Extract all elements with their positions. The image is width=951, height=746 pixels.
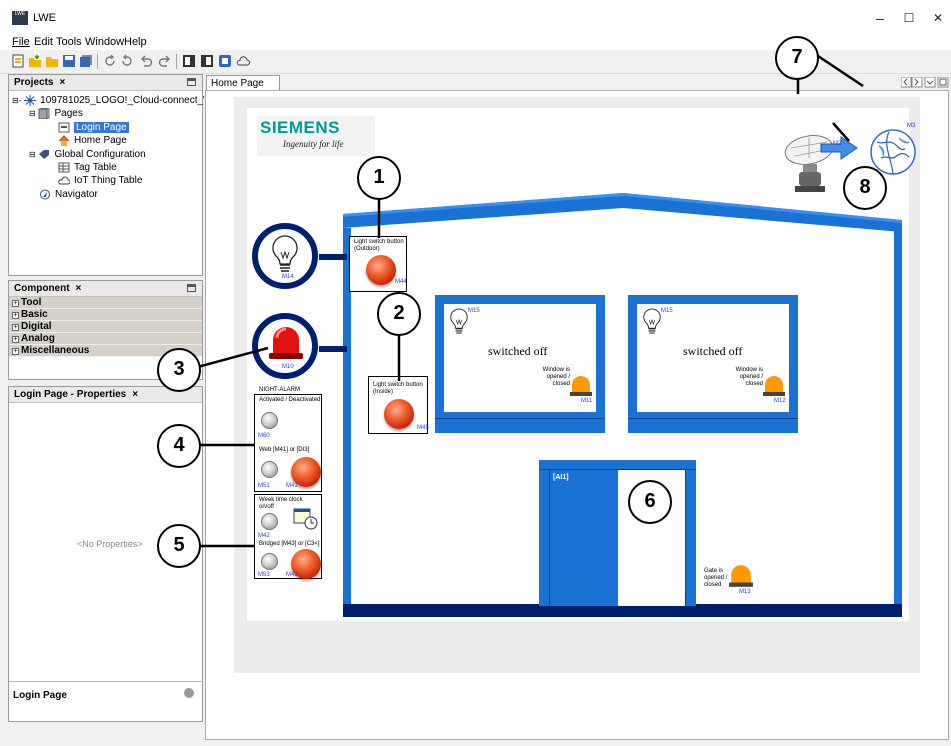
menu-edit[interactable]: Edit [34, 36, 53, 48]
title-bar: LWE LWE – ☐ ✕ [0, 0, 951, 34]
callout-8: 8 [843, 166, 887, 210]
tree-item-home-page[interactable]: Home Page [58, 134, 127, 147]
new-folder-icon[interactable] [28, 54, 42, 68]
component-panel-close-icon[interactable]: × [76, 283, 82, 294]
rotate-right-icon[interactable] [120, 54, 134, 68]
callout-leader-lines [178, 54, 864, 548]
tree-item-tag-table[interactable]: Tag Table [58, 161, 117, 174]
pages-icon [38, 107, 50, 119]
rotate-left-icon[interactable] [103, 54, 117, 68]
redo-icon[interactable] [158, 54, 172, 68]
callout-1: 1 [357, 156, 401, 200]
expand-icon: + [12, 324, 19, 331]
properties-footer-label: Login Page [13, 690, 67, 701]
tree-item-global-configuration[interactable]: ⊟ Global Configuration [29, 148, 146, 161]
menu-file[interactable]: File [12, 36, 30, 48]
projects-panel-close-icon[interactable]: × [59, 77, 65, 88]
home-icon [58, 135, 70, 146]
projects-panel-title: Projects [14, 77, 54, 88]
expand-icon: + [12, 336, 19, 343]
callout-5: 5 [157, 524, 201, 568]
navigator-icon [40, 189, 50, 200]
expand-icon: + [12, 348, 19, 355]
toolbar-separator [97, 54, 98, 69]
expand-icon: + [12, 312, 19, 319]
window-title: LWE [33, 12, 57, 24]
menu-window[interactable]: Window [85, 36, 124, 48]
new-file-icon[interactable] [11, 54, 25, 68]
menu-help[interactable]: Help [124, 36, 147, 48]
no-properties-text: <No Properties> [77, 539, 143, 549]
tag-config-icon [39, 149, 50, 159]
tree-item-login-page[interactable]: Login Page [58, 121, 129, 134]
page-canvas: SIEMENS Ingenuity for life M14 M10 Light… [157, 36, 916, 670]
close-button[interactable]: ✕ [924, 8, 951, 28]
minimize-button[interactable]: – [866, 8, 894, 28]
tree-item-iot-thing-table[interactable]: IoT Thing Table [58, 174, 142, 187]
properties-panel-title: Login Page - Properties [14, 389, 127, 400]
open-folder-icon[interactable] [45, 54, 59, 68]
save-icon[interactable] [62, 54, 76, 68]
cloud-icon [58, 176, 70, 185]
undo-icon[interactable] [139, 54, 153, 68]
login-page-icon [58, 122, 70, 133]
expand-icon: + [12, 300, 19, 307]
save-all-icon[interactable] [79, 54, 93, 68]
callout-4: 4 [157, 424, 201, 468]
callout-3: 3 [157, 348, 201, 392]
callout-7: 7 [775, 36, 819, 80]
tree-item-navigator[interactable]: Navigator [39, 188, 98, 201]
menu-tools[interactable]: Tools [56, 36, 82, 48]
tree-item-pages[interactable]: ⊟ Pages [29, 107, 83, 120]
properties-panel-close-icon[interactable]: × [132, 389, 138, 400]
callout-2: 2 [377, 292, 421, 336]
table-icon [58, 162, 70, 173]
component-panel-title: Component [14, 283, 70, 294]
maximize-button[interactable]: ☐ [895, 8, 923, 28]
network-icon [24, 94, 37, 106]
callout-6: 6 [628, 480, 672, 524]
app-logo-icon: LWE [12, 11, 28, 25]
